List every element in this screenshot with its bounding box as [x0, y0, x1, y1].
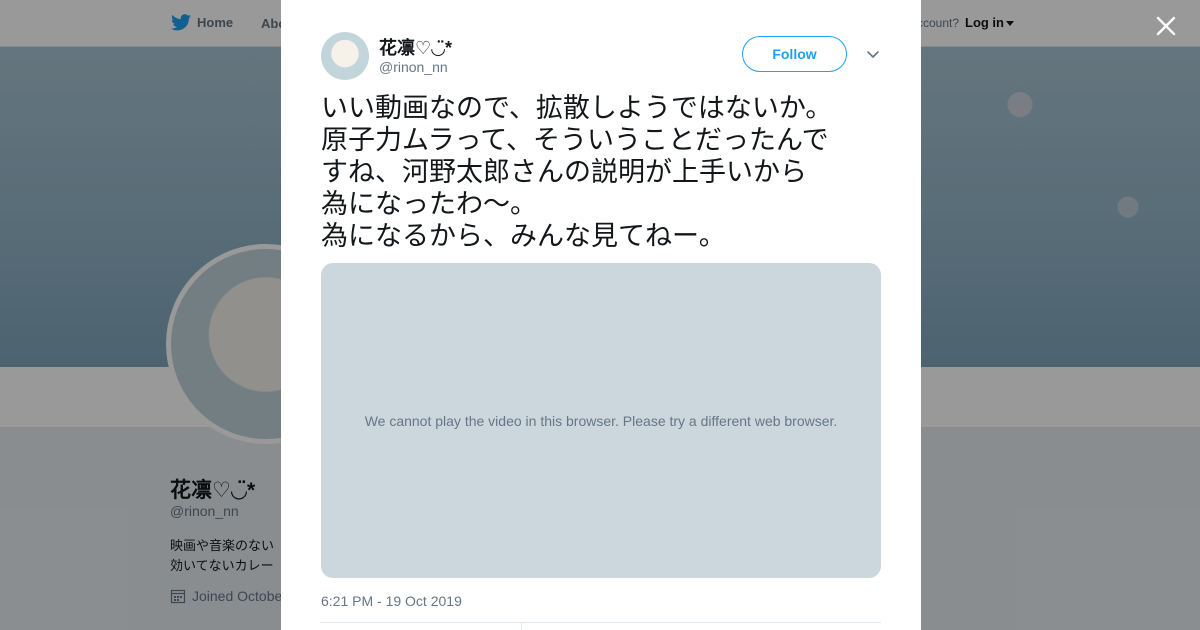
- tweet-text: いい動画なので、拡散しようではないか。 原子力ムラって、そういうことだったんで …: [321, 92, 881, 252]
- divider: [521, 623, 522, 630]
- author-name[interactable]: 花凛♡◡̈*: [379, 34, 452, 60]
- tweet-text-line: 為になったわ〜。: [321, 189, 537, 219]
- tweet-text-line: いい動画なので、拡散しようではないか。: [321, 93, 833, 123]
- tweet-text-line: 原子力ムラって、そういうことだったんで: [321, 125, 829, 155]
- tweet-text-line: すね、河野太郎さんの説明が上手いから: [321, 157, 807, 187]
- follow-button[interactable]: Follow: [742, 36, 847, 72]
- divider: [321, 622, 881, 623]
- chevron-down-icon[interactable]: [865, 46, 881, 62]
- tweet-timestamp[interactable]: 6:21 PM - 19 Oct 2019: [321, 593, 462, 609]
- tweet-text-line: 為になるから、みんな見てねー。: [321, 221, 726, 251]
- close-icon[interactable]: [1152, 12, 1180, 40]
- video-player[interactable]: We cannot play the video in this browser…: [321, 263, 881, 578]
- author-handle[interactable]: @rinon_nn: [379, 59, 448, 75]
- video-unsupported-message: We cannot play the video in this browser…: [364, 412, 838, 429]
- tweet-modal: 花凛♡◡̈* @rinon_nn Follow いい動画なので、拡散しようではな…: [281, 0, 921, 630]
- author-avatar[interactable]: [321, 32, 369, 80]
